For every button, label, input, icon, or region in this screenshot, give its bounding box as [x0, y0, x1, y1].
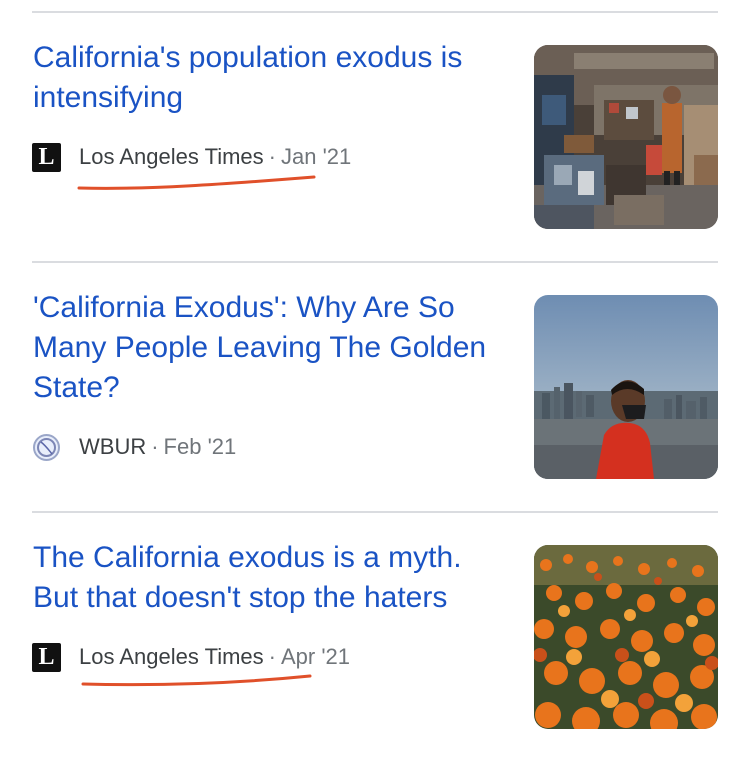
- red-underline-annotation: [81, 674, 312, 687]
- meta-separator: ·: [268, 144, 276, 169]
- publisher-name[interactable]: WBUR: [79, 434, 146, 460]
- publisher-name[interactable]: Los Angeles Times: [79, 144, 264, 170]
- lat-logo-icon: L: [32, 642, 61, 672]
- article-thumbnail-1[interactable]: [534, 45, 718, 229]
- orange-poppies-photo: [534, 545, 718, 729]
- lat-logo-icon: L: [32, 142, 61, 172]
- masked-man-skyline-photo: [534, 295, 718, 479]
- article-thumbnail-3[interactable]: [534, 545, 718, 729]
- card-divider: [32, 511, 718, 513]
- article-thumbnail-2[interactable]: [534, 295, 718, 479]
- article-date: Feb '21: [163, 434, 237, 459]
- article-source-2: WBUR · Feb '21: [32, 432, 236, 462]
- cluttered-garage-photo: [534, 45, 718, 229]
- article-title-3[interactable]: The California exodus is a myth. But tha…: [33, 538, 513, 618]
- card-divider: [32, 261, 718, 263]
- publisher-name[interactable]: Los Angeles Times: [79, 644, 264, 670]
- globe-icon: [32, 433, 61, 462]
- article-title-2[interactable]: 'California Exodus': Why Are So Many Peo…: [33, 288, 513, 408]
- meta-separator: ·: [151, 434, 159, 459]
- top-divider: [32, 11, 718, 13]
- article-title-1[interactable]: California's population exodus is intens…: [33, 38, 513, 118]
- article-date: Jan '21: [281, 144, 352, 169]
- article-date: Apr '21: [281, 644, 351, 669]
- meta-separator: ·: [268, 644, 276, 669]
- red-underline-annotation: [77, 175, 316, 190]
